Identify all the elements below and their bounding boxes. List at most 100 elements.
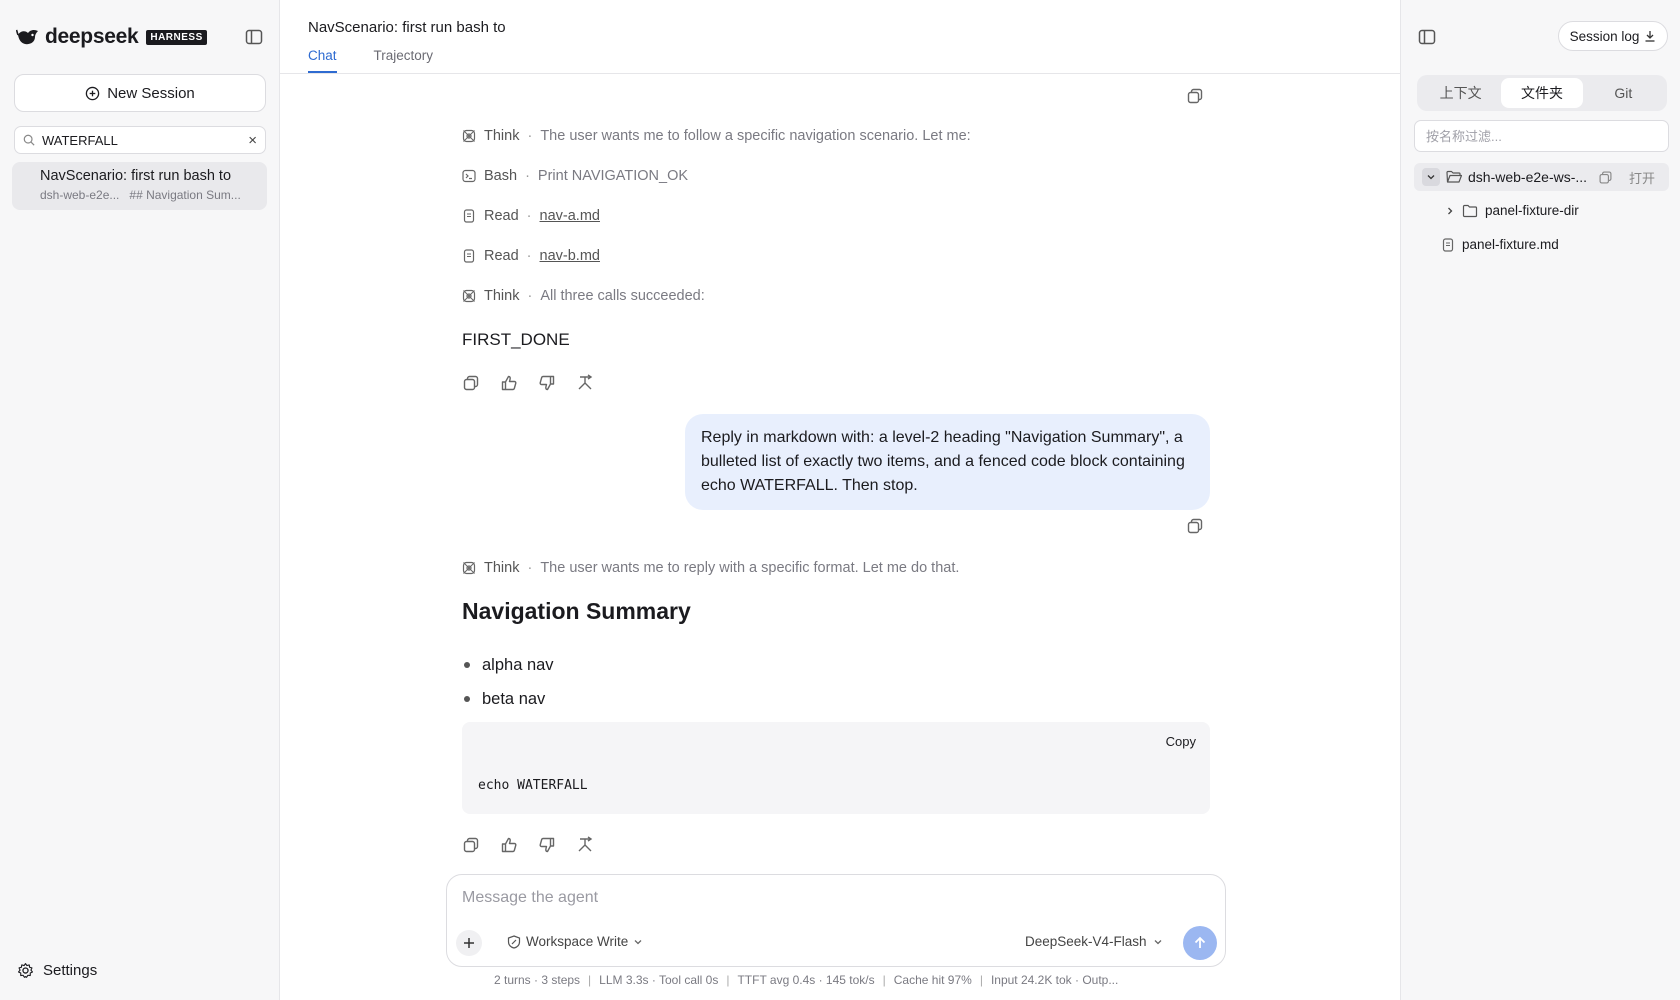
session-stats: 2 turns · 3 steps | LLM 3.3s · Tool call… <box>494 973 1118 987</box>
separator-dot: · <box>526 208 532 224</box>
settings-button[interactable]: Settings <box>17 962 97 979</box>
file-icon <box>462 249 476 263</box>
tool-step-think[interactable]: Think · The user wants me to reply with … <box>462 560 959 576</box>
chevron-right-icon <box>1445 206 1455 216</box>
tree-file-item[interactable]: panel-fixture.md <box>1441 237 1559 252</box>
folder-icon <box>1462 204 1478 218</box>
file-icon <box>1441 237 1455 252</box>
tab-context[interactable]: 上下文 <box>1420 78 1501 108</box>
clear-search-icon[interactable]: × <box>248 133 257 148</box>
tree-folder-item[interactable]: panel-fixture-dir <box>1445 203 1579 218</box>
message-composer: Workspace Write DeepSeek-V4-Flash <box>446 874 1226 967</box>
tool-description: The user wants me to follow a specific n… <box>540 128 971 144</box>
whale-logo-icon <box>16 27 40 47</box>
chat-header: NavScenario: first run bash to Chat Traj… <box>280 0 1400 74</box>
code-copy-button[interactable]: Copy <box>1166 734 1196 749</box>
chevron-down-icon[interactable] <box>1422 168 1440 186</box>
settings-label: Settings <box>43 962 98 979</box>
plus-circle-icon <box>85 86 100 101</box>
file-filter <box>1414 120 1669 152</box>
stat-ttft: TTFT avg 0.4s · 145 tok/s <box>737 973 875 987</box>
thumbs-up-icon[interactable] <box>500 374 520 394</box>
permission-mode-select[interactable]: Workspace Write <box>507 934 643 949</box>
message-actions <box>462 836 596 856</box>
list-item: alpha nav <box>462 648 554 682</box>
arrow-up-icon <box>1194 936 1206 948</box>
tool-step-read[interactable]: Read · nav-a.md <box>462 208 600 224</box>
stat-turns: 2 turns · 3 steps <box>494 973 581 987</box>
tool-name: Read <box>484 248 519 264</box>
tool-step-think[interactable]: Think · All three calls succeeded: <box>462 288 705 304</box>
tool-step-think[interactable]: Think · The user wants me to follow a sp… <box>462 128 971 144</box>
view-tabs: Chat Trajectory <box>308 48 433 73</box>
tool-step-read[interactable]: Read · nav-b.md <box>462 248 600 264</box>
terminal-icon <box>462 169 476 183</box>
send-button[interactable] <box>1183 926 1217 960</box>
tree-file-name: panel-fixture.md <box>1462 237 1559 252</box>
page-title: NavScenario: first run bash to <box>308 19 506 36</box>
stat-tokens: Input 24.2K tok · Outp... <box>990 973 1119 987</box>
stat-latency: LLM 3.3s · Tool call 0s <box>599 973 719 987</box>
sidebar-toggle-icon[interactable] <box>244 27 264 47</box>
thumbs-down-icon[interactable] <box>538 836 558 856</box>
tab-files[interactable]: 文件夹 <box>1501 78 1583 108</box>
tool-name: Read <box>484 208 519 224</box>
thumbs-up-icon[interactable] <box>500 836 520 856</box>
open-folder-button[interactable]: 打开 <box>1629 168 1655 187</box>
brand-logo[interactable]: deepseek HARNESS <box>16 24 207 50</box>
copy-icon[interactable] <box>462 836 482 856</box>
separator-dot: · <box>527 560 533 576</box>
branch-icon[interactable] <box>576 836 596 856</box>
tool-description: All three calls succeeded: <box>540 288 705 304</box>
separator-dot: · <box>527 288 533 304</box>
brand-badge: HARNESS <box>146 29 207 45</box>
tool-description: Print NAVIGATION_OK <box>537 168 689 184</box>
tool-name: Think <box>484 288 520 304</box>
panel-toggle-icon[interactable] <box>1417 27 1437 47</box>
chat-main: NavScenario: first run bash to Chat Traj… <box>280 0 1400 1000</box>
file-icon <box>462 209 476 223</box>
tool-name: Think <box>484 128 520 144</box>
think-icon <box>462 289 476 303</box>
folder-open-icon <box>1446 170 1462 184</box>
copy-icon[interactable] <box>462 374 482 394</box>
copy-icon[interactable] <box>1186 517 1204 535</box>
tree-root-folder[interactable]: dsh-web-e2e-ws-... 打开 <box>1414 163 1669 191</box>
tool-step-bash[interactable]: Bash · Print NAVIGATION_OK <box>462 168 688 184</box>
model-label: DeepSeek-V4-Flash <box>1025 934 1147 949</box>
tab-chat[interactable]: Chat <box>308 48 337 73</box>
tab-git[interactable]: Git <box>1583 78 1664 108</box>
message-input[interactable] <box>462 889 1202 913</box>
download-icon <box>1644 30 1656 42</box>
model-select[interactable]: DeepSeek-V4-Flash <box>1025 934 1163 949</box>
gear-icon <box>17 962 34 979</box>
session-item-snippet: ## Navigation Sum... <box>129 188 241 202</box>
stat-separator: | <box>726 973 730 987</box>
separator-dot: · <box>525 168 530 184</box>
stat-separator: | <box>882 973 886 987</box>
tool-name: Think <box>484 560 520 576</box>
session-log-label: Session log <box>1569 28 1640 44</box>
session-item-workspace: dsh-web-e2e... <box>40 188 120 202</box>
list-item: beta nav <box>462 682 554 716</box>
panel-segment-control: 上下文 文件夹 Git <box>1417 75 1667 111</box>
session-search: × <box>14 126 266 154</box>
branch-icon[interactable] <box>576 374 596 394</box>
search-input[interactable] <box>42 132 242 148</box>
session-log-button[interactable]: Session log <box>1558 21 1668 51</box>
copy-path-icon[interactable] <box>1598 170 1613 185</box>
file-filter-input[interactable] <box>1426 121 1657 151</box>
tool-description: The user wants me to reply with a specif… <box>540 560 960 576</box>
user-message-bubble: Reply in markdown with: a level-2 headin… <box>685 414 1210 510</box>
new-session-button[interactable]: New Session <box>14 74 266 112</box>
separator-dot: · <box>526 248 532 264</box>
attach-button[interactable] <box>456 930 482 956</box>
thumbs-down-icon[interactable] <box>538 374 558 394</box>
tab-trajectory[interactable]: Trajectory <box>374 48 434 73</box>
stat-separator: | <box>979 973 983 987</box>
copy-icon[interactable] <box>1186 87 1204 105</box>
message-actions <box>462 374 596 394</box>
file-link[interactable]: nav-b.md <box>540 248 600 264</box>
file-link[interactable]: nav-a.md <box>540 208 600 224</box>
session-list-item[interactable]: NavScenario: first run bash to dsh-web-e… <box>12 162 267 210</box>
